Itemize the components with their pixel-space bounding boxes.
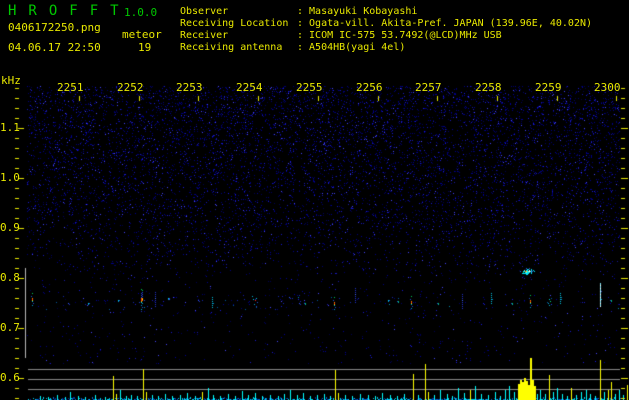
info-row: Receiving Location: Ogata-vill. Akita-Pr… (180, 18, 593, 29)
info-row: Receiver: ICOM IC-575 53.7492(@LCD)MHz U… (180, 30, 502, 41)
time-label: 2300 (594, 81, 621, 94)
app-title: HROFFT (8, 3, 131, 19)
time-label: 2255 (296, 81, 323, 94)
echo-count: 19 (138, 41, 152, 54)
time-label: 2257 (415, 81, 442, 94)
time-label: 2251 (57, 81, 84, 94)
freq-label: 1.1 (0, 121, 20, 134)
time-label: 2253 (176, 81, 203, 94)
app-version: 1.0.0 (124, 6, 158, 19)
station-info-panel: Observer: Masayuki Kobayashi Receiving Lo… (180, 6, 592, 54)
freq-axis-unit: kHz (1, 74, 21, 87)
freq-label: 0.6 (0, 371, 20, 384)
hrofft-window: HROFFT 1.0.0 0406172250.png meteor 04.06… (0, 0, 629, 400)
time-label: 2252 (117, 81, 144, 94)
spectrogram-canvas (0, 0, 629, 400)
freq-label: 0.9 (0, 221, 20, 234)
time-label: 2254 (236, 81, 263, 94)
observation-datetime: 04.06.17 22:50 (8, 41, 101, 54)
time-label: 2258 (475, 81, 502, 94)
time-label: 2259 (535, 81, 562, 94)
freq-label: 0.8 (0, 271, 20, 284)
time-label: 2256 (356, 81, 383, 94)
info-row: Observer: Masayuki Kobayashi (180, 6, 418, 17)
mode-label: meteor (122, 28, 162, 41)
info-row: Receiving antenna: A504HB(yagi 4el) (180, 42, 406, 53)
freq-label: 1.0 (0, 171, 20, 184)
output-filename: 0406172250.png (8, 21, 101, 34)
freq-label: 0.7 (0, 321, 20, 334)
